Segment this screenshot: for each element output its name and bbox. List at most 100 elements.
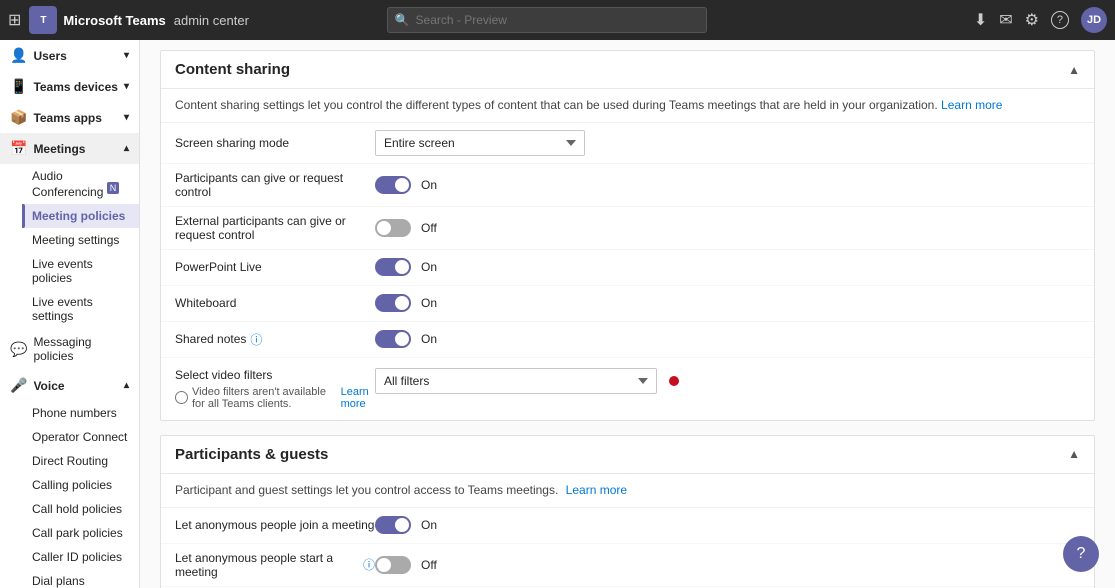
sidebar-item-live-events-settings[interactable]: Live events settings (22, 290, 139, 328)
participants-guests-description: Participant and guest settings let you c… (161, 474, 1094, 508)
avatar[interactable]: JD (1081, 7, 1107, 33)
sidebar-item-label: Meetings (33, 142, 85, 156)
participants-guests-learn-more-link[interactable]: Learn more (566, 483, 627, 497)
app-grid-icon[interactable]: ⊞ (8, 10, 21, 30)
anonymous-join-toggle[interactable] (375, 516, 411, 534)
content-sharing-header: Content sharing ▲ (161, 51, 1094, 89)
external-participants-control-label: External participants can give or reques… (175, 214, 375, 242)
messaging-icon: 💬 (10, 341, 27, 358)
sidebar-item-messaging-policies[interactable]: 💬 Messaging policies (0, 328, 139, 370)
sidebar-item-live-events-policies[interactable]: Live events policies (22, 252, 139, 290)
sidebar-item-meetings[interactable]: 📅 Meetings ▴ (0, 133, 139, 164)
content-sharing-collapse-button[interactable]: ▲ (1068, 63, 1080, 77)
sidebar-item-operator-connect[interactable]: Operator Connect (22, 425, 139, 449)
topbar-logo: T Microsoft Teams admin center (29, 6, 249, 34)
shared-notes-row: Shared notes ⓘ On (161, 322, 1094, 358)
sidebar-item-label: Teams devices (33, 80, 118, 94)
sidebar-item-dial-plans[interactable]: Dial plans (22, 569, 139, 588)
sidebar-item-meeting-policies[interactable]: Meeting policies (22, 204, 139, 228)
content-sharing-description: Content sharing settings let you control… (161, 89, 1094, 123)
sidebar-item-label: Teams apps (33, 111, 101, 125)
sidebar-item-label: Users (33, 49, 66, 63)
sidebar-item-voice[interactable]: 🎤 Voice ▴ (0, 370, 139, 401)
external-participants-control-row: External participants can give or reques… (161, 207, 1094, 250)
video-filters-select[interactable]: All filters Background blur only Backgro… (375, 368, 657, 394)
participants-guests-collapse-button[interactable]: ▲ (1068, 447, 1080, 461)
powerpoint-live-control: On (375, 258, 1080, 276)
powerpoint-live-toggle[interactable] (375, 258, 411, 276)
app-title: Microsoft Teams (63, 13, 165, 28)
external-participants-control-toggle[interactable] (375, 219, 411, 237)
sidebar-item-teams-apps[interactable]: 📦 Teams apps ▾ (0, 102, 139, 133)
shared-notes-info-icon[interactable]: ⓘ (250, 331, 262, 348)
participants-control-row: Participants can give or request control… (161, 164, 1094, 207)
chevron-down-icon: ▾ (124, 81, 129, 92)
sidebar-item-users[interactable]: 👤 Users ▾ (0, 40, 139, 71)
shared-notes-control: On (375, 330, 1080, 348)
search-icon: 🔍 (395, 13, 410, 27)
sidebar: 👤 Users ▾ 📱 Teams devices ▾ 📦 Teams apps… (0, 40, 140, 588)
shared-notes-toggle[interactable] (375, 330, 411, 348)
shared-notes-label: Shared notes ⓘ (175, 331, 375, 348)
main-content: Content sharing ▲ Content sharing settin… (140, 40, 1115, 588)
screen-sharing-mode-select[interactable]: Entire screen Single application Disable… (375, 130, 585, 156)
powerpoint-live-label: PowerPoint Live (175, 260, 375, 274)
live-events-settings-label: Live events settings (32, 295, 129, 323)
content-sharing-section: Content sharing ▲ Content sharing settin… (160, 50, 1095, 421)
anonymous-start-control: Off (375, 556, 1080, 574)
settings-icon[interactable]: ⚙ (1025, 10, 1039, 30)
video-filter-learn-more-link[interactable]: Learn more (341, 386, 375, 410)
help-fab-icon: ? (1077, 545, 1086, 563)
teams-logo-icon: T (29, 6, 57, 34)
sidebar-item-direct-routing[interactable]: Direct Routing (22, 449, 139, 473)
anonymous-start-row: Let anonymous people start a meeting ⓘ O… (161, 544, 1094, 587)
whiteboard-row: Whiteboard On (161, 286, 1094, 322)
help-fab-button[interactable]: ? (1063, 536, 1099, 572)
meetings-icon: 📅 (10, 140, 27, 157)
video-filters-control: All filters Background blur only Backgro… (375, 368, 1080, 394)
sidebar-item-calling-policies[interactable]: Calling policies (22, 473, 139, 497)
anonymous-join-toggle-label: On (421, 518, 437, 532)
powerpoint-live-toggle-label: On (421, 260, 437, 274)
voice-icon: 🎤 (10, 377, 27, 394)
sidebar-item-phone-numbers[interactable]: Phone numbers (22, 401, 139, 425)
content-sharing-learn-more-link[interactable]: Learn more (941, 98, 1002, 112)
whiteboard-label: Whiteboard (175, 296, 375, 310)
sidebar-item-call-hold-policies[interactable]: Call hold policies (22, 497, 139, 521)
meeting-settings-label: Meeting settings (32, 233, 119, 247)
search-input[interactable] (387, 7, 707, 33)
content-sharing-title: Content sharing (175, 61, 290, 78)
download-icon[interactable]: ⬇ (974, 10, 987, 30)
participants-control-toggle-label: On (421, 178, 437, 192)
help-icon[interactable]: ? (1051, 11, 1069, 29)
whiteboard-toggle-label: On (421, 296, 437, 310)
chevron-up-icon: ▴ (124, 380, 129, 391)
teams-apps-icon: 📦 (10, 109, 27, 126)
mail-icon[interactable]: ✉ (999, 10, 1012, 30)
anonymous-join-row: Let anonymous people join a meeting On (161, 508, 1094, 544)
participants-control-label: Participants can give or request control (175, 171, 375, 199)
teams-devices-icon: 📱 (10, 78, 27, 95)
powerpoint-live-row: PowerPoint Live On (161, 250, 1094, 286)
anonymous-start-info-icon[interactable]: ⓘ (363, 556, 375, 573)
video-filter-radio[interactable] (175, 391, 188, 404)
participants-guests-section: Participants & guests ▲ Participant and … (160, 435, 1095, 588)
sidebar-item-teams-devices[interactable]: 📱 Teams devices ▾ (0, 71, 139, 102)
sidebar-item-meeting-settings[interactable]: Meeting settings (22, 228, 139, 252)
topbar: ⊞ T Microsoft Teams admin center 🔍 ⬇ ✉ ⚙… (0, 0, 1115, 40)
app-subtitle: admin center (174, 13, 249, 28)
video-filters-row: Select video filters Video filters aren'… (161, 358, 1094, 420)
anonymous-start-toggle[interactable] (375, 556, 411, 574)
live-events-policies-label: Live events policies (32, 257, 129, 285)
sidebar-item-audio-conferencing[interactable]: Audio Conferencing N (22, 164, 139, 204)
participants-guests-title: Participants & guests (175, 446, 328, 463)
users-icon: 👤 (10, 47, 27, 64)
participants-control-control: On (375, 176, 1080, 194)
participants-control-toggle[interactable] (375, 176, 411, 194)
search-bar: 🔍 (387, 7, 707, 33)
sidebar-item-caller-id-policies[interactable]: Caller ID policies (22, 545, 139, 569)
sidebar-item-call-park-policies[interactable]: Call park policies (22, 521, 139, 545)
participants-guests-header: Participants & guests ▲ (161, 436, 1094, 474)
external-participants-control-control: Off (375, 219, 1080, 237)
whiteboard-toggle[interactable] (375, 294, 411, 312)
